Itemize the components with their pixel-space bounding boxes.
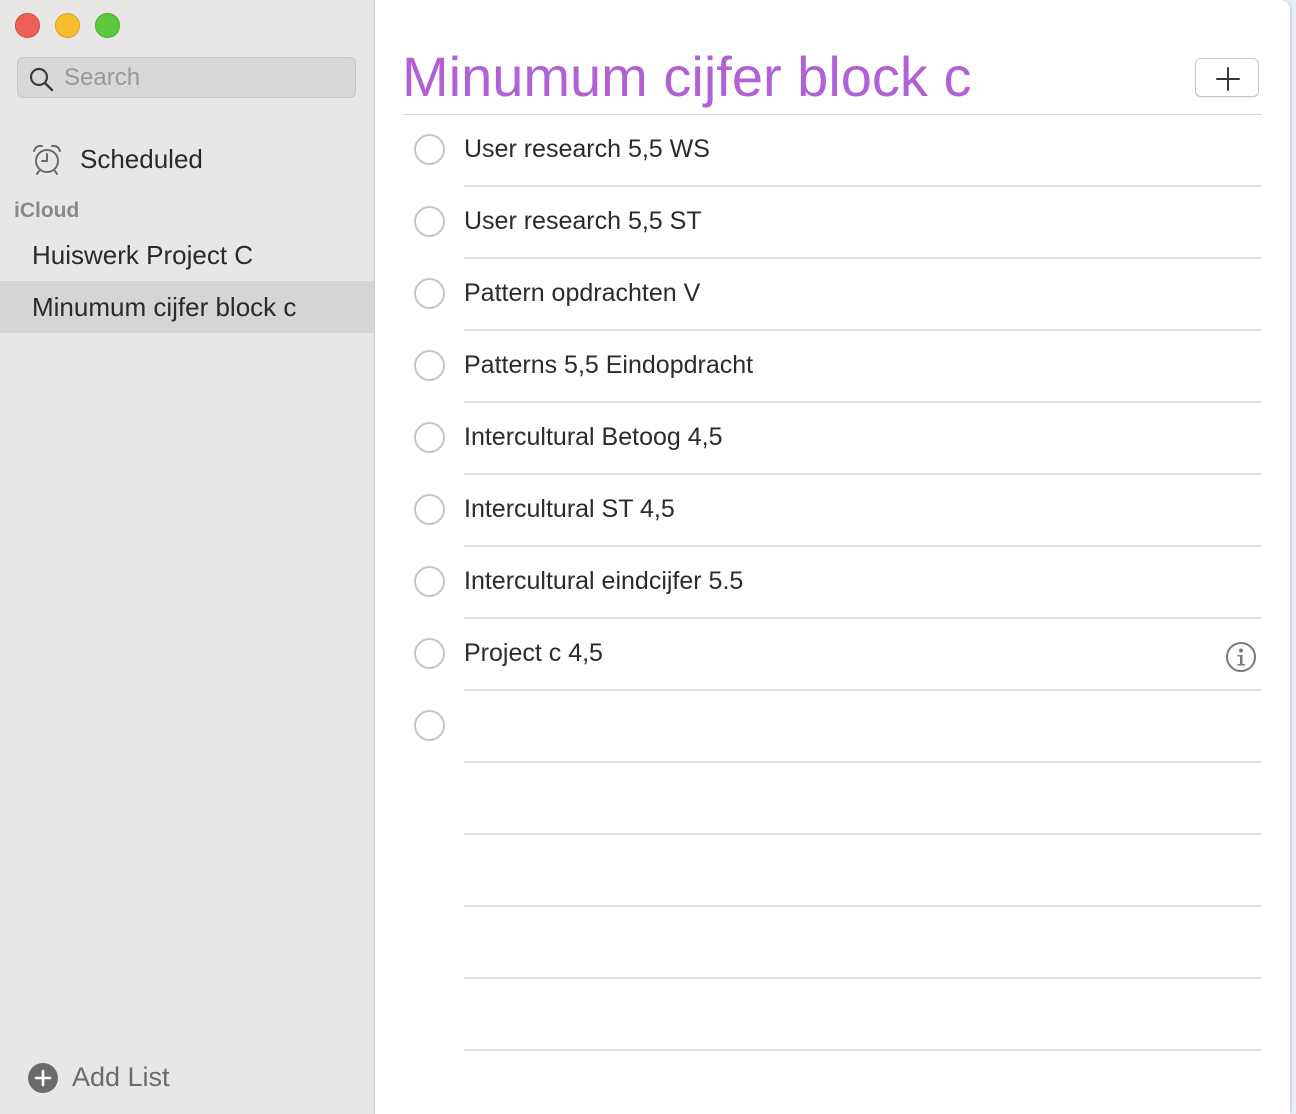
- close-window-button[interactable]: [15, 13, 40, 38]
- info-icon[interactable]: [1225, 641, 1257, 673]
- complete-checkbox[interactable]: [414, 206, 445, 237]
- complete-checkbox[interactable]: [414, 494, 445, 525]
- reminder-title[interactable]: Intercultural eindcijfer 5.5: [464, 567, 743, 596]
- add-reminder-button[interactable]: [1195, 58, 1259, 97]
- reminder-title[interactable]: Intercultural ST 4,5: [464, 495, 675, 524]
- reminders-window: Scheduled iCloud Huiswerk Project C Minu…: [0, 0, 1290, 1114]
- search-input[interactable]: [64, 62, 344, 94]
- reminder-row[interactable]: User research 5,5 WS: [375, 115, 1290, 187]
- complete-checkbox[interactable]: [414, 278, 445, 309]
- reminder-title[interactable]: Project c 4,5: [464, 639, 603, 668]
- search-icon: [29, 67, 54, 92]
- smart-list-label: Scheduled: [80, 144, 203, 174]
- complete-checkbox[interactable]: [414, 422, 445, 453]
- complete-checkbox[interactable]: [414, 638, 445, 669]
- sidebar-list-minumum-cijfer-block-c[interactable]: Minumum cijfer block c: [0, 281, 374, 333]
- add-list-label: Add List: [72, 1062, 170, 1092]
- empty-row: [375, 979, 1290, 1051]
- zoom-window-button[interactable]: [95, 13, 120, 38]
- reminders-list: User research 5,5 WS User research 5,5 S…: [375, 115, 1290, 1051]
- reminder-list-pane: Minumum cijfer block c User research 5,5…: [375, 0, 1290, 1114]
- sidebar-list-label: Minumum cijfer block c: [32, 292, 297, 322]
- sidebar: Scheduled iCloud Huiswerk Project C Minu…: [0, 0, 375, 1114]
- sidebar-list-label: Huiswerk Project C: [32, 240, 254, 270]
- row-divider: [464, 1049, 1262, 1051]
- complete-checkbox[interactable]: [414, 350, 445, 381]
- sidebar-list-huiswerk-project-c[interactable]: Huiswerk Project C: [0, 229, 374, 281]
- alarm-clock-icon: [33, 144, 61, 175]
- reminder-title[interactable]: User research 5,5 WS: [464, 135, 710, 164]
- complete-checkbox[interactable]: [414, 134, 445, 165]
- reminder-title[interactable]: Intercultural Betoog 4,5: [464, 423, 723, 452]
- empty-row: [375, 907, 1290, 979]
- empty-row: [375, 763, 1290, 835]
- search-field[interactable]: [17, 57, 356, 98]
- reminder-title[interactable]: User research 5,5 ST: [464, 207, 702, 236]
- reminder-row[interactable]: Intercultural Betoog 4,5: [375, 403, 1290, 475]
- reminder-row[interactable]: Pattern opdrachten V: [375, 259, 1290, 331]
- reminder-row[interactable]: User research 5,5 ST: [375, 187, 1290, 259]
- smart-list-scheduled[interactable]: Scheduled: [0, 132, 374, 186]
- reminder-title[interactable]: Pattern opdrachten V: [464, 279, 700, 308]
- reminder-row[interactable]: Project c 4,5: [375, 619, 1290, 691]
- new-reminder-row[interactable]: [375, 691, 1290, 763]
- reminder-row[interactable]: Patterns 5,5 Eindopdracht: [375, 331, 1290, 403]
- icloud-section-header: iCloud: [14, 199, 80, 222]
- plus-circle-icon: [28, 1063, 58, 1093]
- complete-checkbox[interactable]: [414, 566, 445, 597]
- plus-icon: [1216, 67, 1240, 91]
- reminder-row[interactable]: Intercultural ST 4,5: [375, 475, 1290, 547]
- empty-row: [375, 835, 1290, 907]
- complete-checkbox[interactable]: [414, 710, 445, 741]
- reminder-title[interactable]: Patterns 5,5 Eindopdracht: [464, 351, 753, 380]
- minimize-window-button[interactable]: [55, 13, 80, 38]
- add-list-button[interactable]: Add List: [28, 1060, 228, 1096]
- reminder-row[interactable]: Intercultural eindcijfer 5.5: [375, 547, 1290, 619]
- list-title: Minumum cijfer block c: [402, 45, 972, 108]
